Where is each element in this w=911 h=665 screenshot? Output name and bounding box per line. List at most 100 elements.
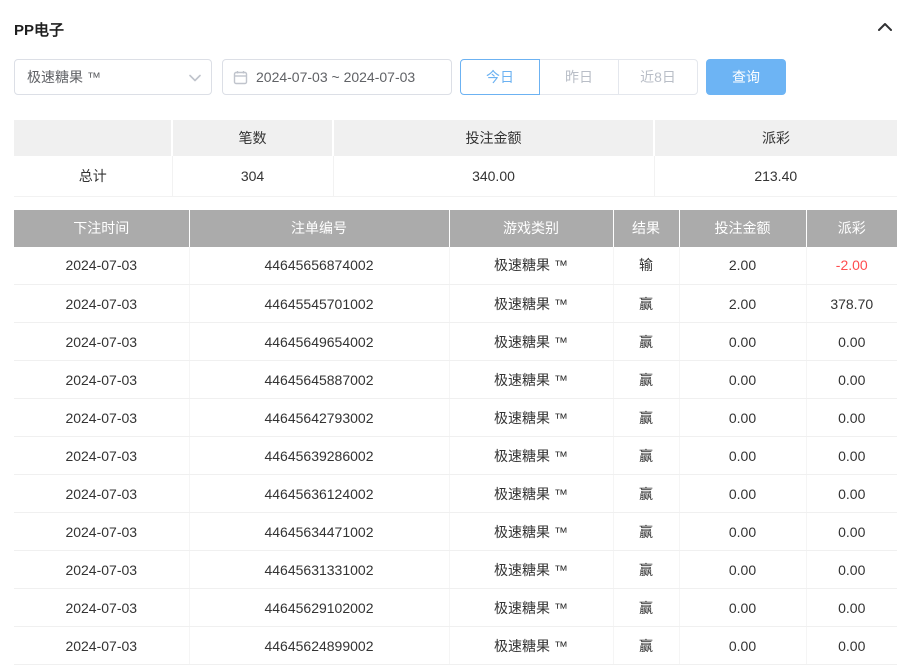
summary-total-label: 总计 — [14, 156, 172, 196]
col-header-game-type: 游戏类别 — [449, 210, 613, 247]
collapse-panel-button[interactable] — [873, 16, 897, 42]
bet-time-cell: 2024-07-03 — [14, 323, 189, 361]
order-id-cell: 44645631331002 — [189, 551, 449, 589]
date-range-value: 2024-07-03 ~ 2024-07-03 — [256, 69, 415, 85]
result-cell: 赢 — [613, 399, 679, 437]
game-type-cell: 极速糖果 ™ — [449, 513, 613, 551]
payout-cell: 378.70 — [806, 285, 897, 323]
chevron-up-icon — [877, 20, 893, 38]
order-id-cell: 44645642793002 — [189, 399, 449, 437]
bet-time-cell: 2024-07-03 — [14, 513, 189, 551]
quick-button-last8days[interactable]: 近8日 — [618, 59, 698, 95]
table-row: 2024-07-03 44645649654002 极速糖果 ™ 赢 0.00 … — [14, 323, 897, 361]
bet-time-cell: 2024-07-03 — [14, 247, 189, 285]
summary-header-bet: 投注金额 — [333, 120, 654, 156]
table-row: 2024-07-03 44645624899002 极速糖果 ™ 赢 0.00 … — [14, 627, 897, 665]
payout-cell: 0.00 — [806, 627, 897, 665]
result-cell: 赢 — [613, 475, 679, 513]
table-row: 2024-07-03 44645634471002 极速糖果 ™ 赢 0.00 … — [14, 513, 897, 551]
payout-cell: 0.00 — [806, 475, 897, 513]
summary-total-count: 304 — [172, 156, 333, 196]
search-button[interactable]: 查询 — [706, 59, 786, 95]
bet-time-cell: 2024-07-03 — [14, 589, 189, 627]
bet-time-cell: 2024-07-03 — [14, 285, 189, 323]
col-header-payout: 派彩 — [806, 210, 897, 247]
bet-table-body: 2024-07-03 44645656874002 极速糖果 ™ 输 2.00 … — [14, 247, 897, 665]
payout-cell: 0.00 — [806, 361, 897, 399]
col-header-result: 结果 — [613, 210, 679, 247]
bet-amount-cell: 2.00 — [679, 247, 806, 285]
summary-total-bet: 340.00 — [333, 156, 654, 196]
result-cell: 赢 — [613, 285, 679, 323]
summary-total-row: 总计 304 340.00 213.40 — [14, 156, 897, 196]
game-type-cell: 极速糖果 ™ — [449, 475, 613, 513]
bet-time-cell: 2024-07-03 — [14, 399, 189, 437]
summary-total-payout: 213.40 — [654, 156, 897, 196]
game-type-cell: 极速糖果 ™ — [449, 285, 613, 323]
order-id-cell: 44645649654002 — [189, 323, 449, 361]
payout-cell: 0.00 — [806, 323, 897, 361]
result-cell: 赢 — [613, 437, 679, 475]
game-type-cell: 极速糖果 ™ — [449, 399, 613, 437]
chevron-down-icon — [189, 69, 201, 85]
table-row: 2024-07-03 44645645887002 极速糖果 ™ 赢 0.00 … — [14, 361, 897, 399]
table-row: 2024-07-03 44645629102002 极速糖果 ™ 赢 0.00 … — [14, 589, 897, 627]
game-type-cell: 极速糖果 ™ — [449, 437, 613, 475]
order-id-cell: 44645629102002 — [189, 589, 449, 627]
order-id-cell: 44645624899002 — [189, 627, 449, 665]
table-row: 2024-07-03 44645631331002 极速糖果 ™ 赢 0.00 … — [14, 551, 897, 589]
bet-amount-cell: 0.00 — [679, 475, 806, 513]
col-header-bet-time: 下注时间 — [14, 210, 189, 247]
bet-amount-cell: 0.00 — [679, 513, 806, 551]
result-cell: 输 — [613, 247, 679, 285]
payout-cell: 0.00 — [806, 437, 897, 475]
bet-amount-cell: 0.00 — [679, 551, 806, 589]
game-type-cell: 极速糖果 ™ — [449, 323, 613, 361]
bet-time-cell: 2024-07-03 — [14, 475, 189, 513]
result-cell: 赢 — [613, 323, 679, 361]
quick-button-today[interactable]: 今日 — [460, 59, 540, 95]
quick-button-yesterday[interactable]: 昨日 — [539, 59, 619, 95]
summary-table: 笔数 投注金额 派彩 总计 304 340.00 213.40 — [14, 120, 897, 197]
summary-header-blank — [14, 120, 172, 156]
date-range-picker[interactable]: 2024-07-03 ~ 2024-07-03 — [222, 59, 452, 95]
filter-bar: 极速糖果 ™ 2024-07-03 ~ 2024-07-03 今日 昨日 近8日… — [14, 59, 897, 95]
order-id-cell: 44645636124002 — [189, 475, 449, 513]
payout-cell: 0.00 — [806, 551, 897, 589]
bet-amount-cell: 0.00 — [679, 399, 806, 437]
game-type-cell: 极速糖果 ™ — [449, 551, 613, 589]
calendar-icon — [233, 70, 248, 85]
order-id-cell: 44645545701002 — [189, 285, 449, 323]
table-row: 2024-07-03 44645642793002 极速糖果 ™ 赢 0.00 … — [14, 399, 897, 437]
quick-date-button-group: 今日 昨日 近8日 — [460, 59, 698, 95]
bet-records-panel: PP电子 极速糖果 ™ 2024-07-03 ~ 2024- — [0, 0, 911, 665]
order-id-cell: 44645634471002 — [189, 513, 449, 551]
bet-time-cell: 2024-07-03 — [14, 361, 189, 399]
bet-amount-cell: 0.00 — [679, 323, 806, 361]
bet-amount-cell: 0.00 — [679, 589, 806, 627]
summary-header-payout: 派彩 — [654, 120, 897, 156]
bet-amount-cell: 0.00 — [679, 361, 806, 399]
game-select[interactable]: 极速糖果 ™ — [14, 59, 212, 95]
result-cell: 赢 — [613, 627, 679, 665]
payout-cell: -2.00 — [806, 247, 897, 285]
bet-amount-cell: 2.00 — [679, 285, 806, 323]
result-cell: 赢 — [613, 513, 679, 551]
game-select-value: 极速糖果 ™ — [27, 67, 101, 87]
order-id-cell: 44645656874002 — [189, 247, 449, 285]
result-cell: 赢 — [613, 551, 679, 589]
payout-cell: 0.00 — [806, 399, 897, 437]
payout-cell: 0.00 — [806, 589, 897, 627]
panel-header: PP电子 — [14, 14, 897, 44]
table-row: 2024-07-03 44645545701002 极速糖果 ™ 赢 2.00 … — [14, 285, 897, 323]
bet-records-table: 下注时间 注单编号 游戏类别 结果 投注金额 派彩 2024-07-03 446… — [14, 210, 897, 665]
bet-amount-cell: 0.00 — [679, 627, 806, 665]
summary-header-row: 笔数 投注金额 派彩 — [14, 120, 897, 156]
table-row: 2024-07-03 44645656874002 极速糖果 ™ 输 2.00 … — [14, 247, 897, 285]
game-type-cell: 极速糖果 ™ — [449, 627, 613, 665]
result-cell: 赢 — [613, 589, 679, 627]
bet-time-cell: 2024-07-03 — [14, 627, 189, 665]
bet-time-cell: 2024-07-03 — [14, 437, 189, 475]
bet-time-cell: 2024-07-03 — [14, 551, 189, 589]
bet-table-header-row: 下注时间 注单编号 游戏类别 结果 投注金额 派彩 — [14, 210, 897, 247]
